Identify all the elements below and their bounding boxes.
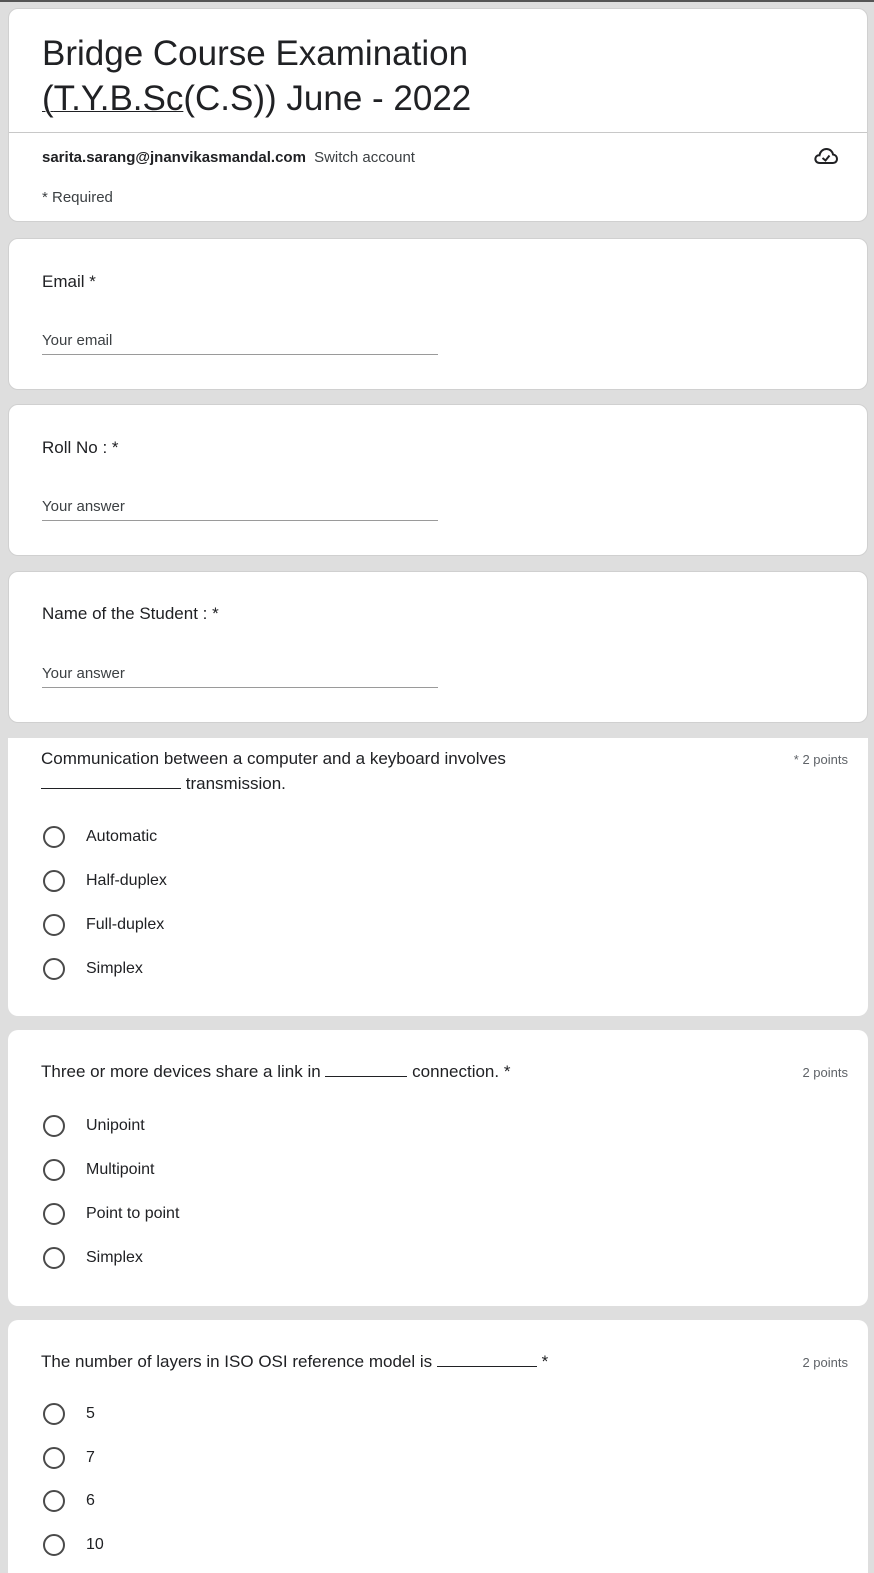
option-label: 6 [86,1492,95,1509]
option-label: Automatic [86,828,158,845]
email-field[interactable] [42,327,438,355]
question-3-text: The number of layers in ISO OSI referenc… [41,1349,681,1374]
question-3-blank [436,1353,537,1367]
question-card-1: Communication between a computer and a k… [8,738,868,1016]
student-name-label: Name of the Student : * [42,604,219,623]
question-3-option-4[interactable]: 10 [43,1532,104,1558]
form-title: Bridge Course Examination (T.Y.B.Sc(C.S)… [42,31,471,121]
question-3-option-3[interactable]: 6 [43,1488,95,1514]
question-3-points: 2 points [802,1355,848,1370]
required-note: * Required [42,189,113,206]
question-card-3: The number of layers in ISO OSI referenc… [8,1320,868,1573]
radio-button[interactable] [43,1490,65,1512]
radio-button[interactable] [43,1203,65,1225]
question-1-points: * 2 points [794,752,848,767]
roll-no-field[interactable] [42,493,438,521]
header-divider [9,132,867,133]
question-1-blank [41,775,181,789]
question-2-option-2[interactable]: Multipoint [43,1157,154,1183]
question-1-option-3[interactable]: Full-duplex [43,912,164,938]
email-question-card: Email * [8,238,868,390]
radio-button[interactable] [43,914,65,936]
question-1-text: Communication between a computer and a k… [41,746,681,796]
option-label: 5 [86,1405,95,1422]
radio-button[interactable] [43,1115,65,1137]
question-1-option-2[interactable]: Half-duplex [43,868,167,894]
option-label: Point to point [86,1205,180,1222]
page-top-edge [0,0,874,2]
option-label: Simplex [86,1249,143,1266]
cloud-saved-icon [814,147,839,164]
question-2-points: 2 points [802,1065,848,1080]
form-title-rest: (C.S)) June - 2022 [183,79,472,118]
option-label: Simplex [86,960,143,977]
option-label: 7 [86,1449,95,1466]
radio-button[interactable] [43,1403,65,1425]
form-title-underlined: T.Y.B.Sc [53,79,184,118]
question-1-text-part1: Communication between a computer and a k… [41,749,506,768]
question-1-required-marker: * [793,752,799,767]
question-3-option-1[interactable]: 5 [43,1401,95,1427]
form-title-paren: ( [42,79,54,118]
radio-button[interactable] [43,870,65,892]
question-3-text-part2: * [541,1352,549,1371]
radio-button[interactable] [43,958,65,980]
question-2-blank [325,1063,408,1077]
email-label: Email * [42,272,96,291]
option-label: Full-duplex [86,916,165,933]
question-2-option-3[interactable]: Point to point [43,1201,179,1227]
option-label: Unipoint [86,1117,145,1134]
student-name-question-card: Name of the Student : * [8,571,868,723]
question-2-text-part1: Three or more devices share a link in [41,1062,321,1081]
roll-no-label: Roll No : * [42,438,119,457]
option-label: 10 [86,1536,104,1553]
question-1-text-part2: transmission. [185,774,286,793]
question-card-2: Three or more devices share a link in co… [8,1030,868,1306]
switch-account-link[interactable]: Switch account [314,149,415,166]
account-row: sarita.sarang@jnanvikasmandal.com Switch… [42,149,415,166]
question-3-text-part1: The number of layers in ISO OSI referenc… [41,1352,433,1371]
question-2-text: Three or more devices share a link in co… [41,1059,681,1084]
question-2-option-4[interactable]: Simplex [43,1245,143,1271]
question-3-option-2[interactable]: 7 [43,1445,95,1471]
radio-button[interactable] [43,1447,65,1469]
option-label: Half-duplex [86,872,167,889]
question-1-points-value: 2 points [802,752,848,767]
question-1-option-1[interactable]: Automatic [43,824,157,850]
question-2-option-1[interactable]: Unipoint [43,1113,145,1139]
radio-button[interactable] [43,1159,65,1181]
roll-no-question-card: Roll No : * [8,404,868,556]
question-1-option-4[interactable]: Simplex [43,956,143,982]
option-label: Multipoint [86,1161,155,1178]
account-email: sarita.sarang@jnanvikasmandal.com [42,149,306,166]
student-name-field[interactable] [42,660,438,688]
radio-button[interactable] [43,826,65,848]
form-header-card: Bridge Course Examination (T.Y.B.Sc(C.S)… [8,8,868,222]
question-2-text-part2: connection. * [412,1062,511,1081]
radio-button[interactable] [43,1247,65,1269]
radio-button[interactable] [43,1534,65,1556]
form-title-line1: Bridge Course Examination [42,34,469,73]
